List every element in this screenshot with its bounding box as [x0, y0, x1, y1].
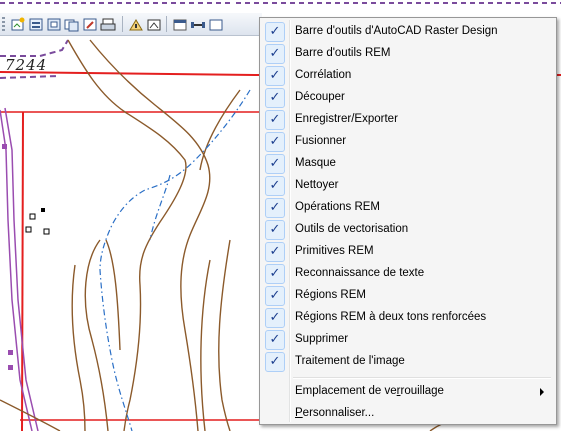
menu-item-primitives-rem[interactable]: ✓ Primitives REM [262, 241, 554, 263]
check-icon: ✓ [265, 110, 285, 130]
check-icon: ✓ [265, 44, 285, 64]
menu-item-fusionner[interactable]: ✓ Fusionner [262, 131, 554, 153]
insert-image-icon[interactable] [8, 15, 26, 33]
check-icon: ✓ [265, 88, 285, 108]
image-print-icon[interactable] [98, 15, 116, 33]
check-icon: ✓ [265, 220, 285, 240]
raster-toolbar [0, 13, 262, 36]
menu-item-supprimer[interactable]: ✓ Supprimer [262, 329, 554, 351]
menu-item-masque[interactable]: ✓ Masque [262, 153, 554, 175]
menu-item-barre-outils-autocad-raster-design[interactable]: ✓ Barre d'outils d'AutoCAD Raster Design [262, 21, 554, 43]
image-edit-icon[interactable] [80, 15, 98, 33]
menu-item-correlation[interactable]: ✓ Corrélation [262, 65, 554, 87]
check-icon: ✓ [265, 198, 285, 218]
check-icon: ✓ [265, 66, 285, 86]
drawing-label: 7244 [5, 56, 48, 74]
check-icon: ✓ [265, 330, 285, 350]
check-icon: ✓ [265, 154, 285, 174]
image-frame-icon[interactable] [44, 15, 62, 33]
menu-item-outils-vectorisation[interactable]: ✓ Outils de vectorisation [262, 219, 554, 241]
check-icon: ✓ [265, 132, 285, 152]
check-icon: ✓ [265, 308, 285, 328]
image-insert-alt-icon[interactable] [126, 15, 144, 33]
image-manager-icon[interactable] [26, 15, 44, 33]
menu-item-operations-rem[interactable]: ✓ Opérations REM [262, 197, 554, 219]
check-icon: ✓ [265, 242, 285, 262]
menu-separator [293, 377, 551, 379]
check-icon: ✓ [265, 176, 285, 196]
check-icon: ✓ [265, 264, 285, 284]
measure-icon[interactable] [170, 15, 188, 33]
menu-item-barre-outils-rem[interactable]: ✓ Barre d'outils REM [262, 43, 554, 65]
check-icon: ✓ [265, 286, 285, 306]
toolbar-separator [166, 16, 167, 32]
partial-next-icon[interactable] [206, 15, 224, 33]
menu-item-decouper[interactable]: ✓ Découper [262, 87, 554, 109]
toolbar-separator [122, 16, 123, 32]
check-icon: ✓ [265, 352, 285, 372]
menu-item-reconnaissance-texte[interactable]: ✓ Reconnaissance de texte [262, 263, 554, 285]
menu-item-regions-rem[interactable]: ✓ Régions REM [262, 285, 554, 307]
menu-item-enregistrer-exporter[interactable]: ✓ Enregistrer/Exporter [262, 109, 554, 131]
image-crop-icon[interactable] [144, 15, 162, 33]
menu-item-emplacement-verrouillage[interactable]: Emplacement de verrouillage [262, 381, 554, 403]
menu-item-regions-rem-deux-tons[interactable]: ✓ Régions REM à deux tons renforcées [262, 307, 554, 329]
toolbars-context-menu: ✓ Barre d'outils d'AutoCAD Raster Design… [259, 17, 557, 425]
submenu-arrow-icon [540, 388, 544, 396]
menu-item-personnaliser[interactable]: Personnaliser... [262, 403, 554, 425]
toolbar-grip[interactable] [2, 17, 5, 31]
menu-item-traitement-image[interactable]: ✓ Traitement de l'image [262, 351, 554, 373]
check-icon: ✓ [265, 22, 285, 42]
line-tool-icon[interactable] [188, 15, 206, 33]
menu-item-nettoyer[interactable]: ✓ Nettoyer [262, 175, 554, 197]
image-copy-icon[interactable] [62, 15, 80, 33]
